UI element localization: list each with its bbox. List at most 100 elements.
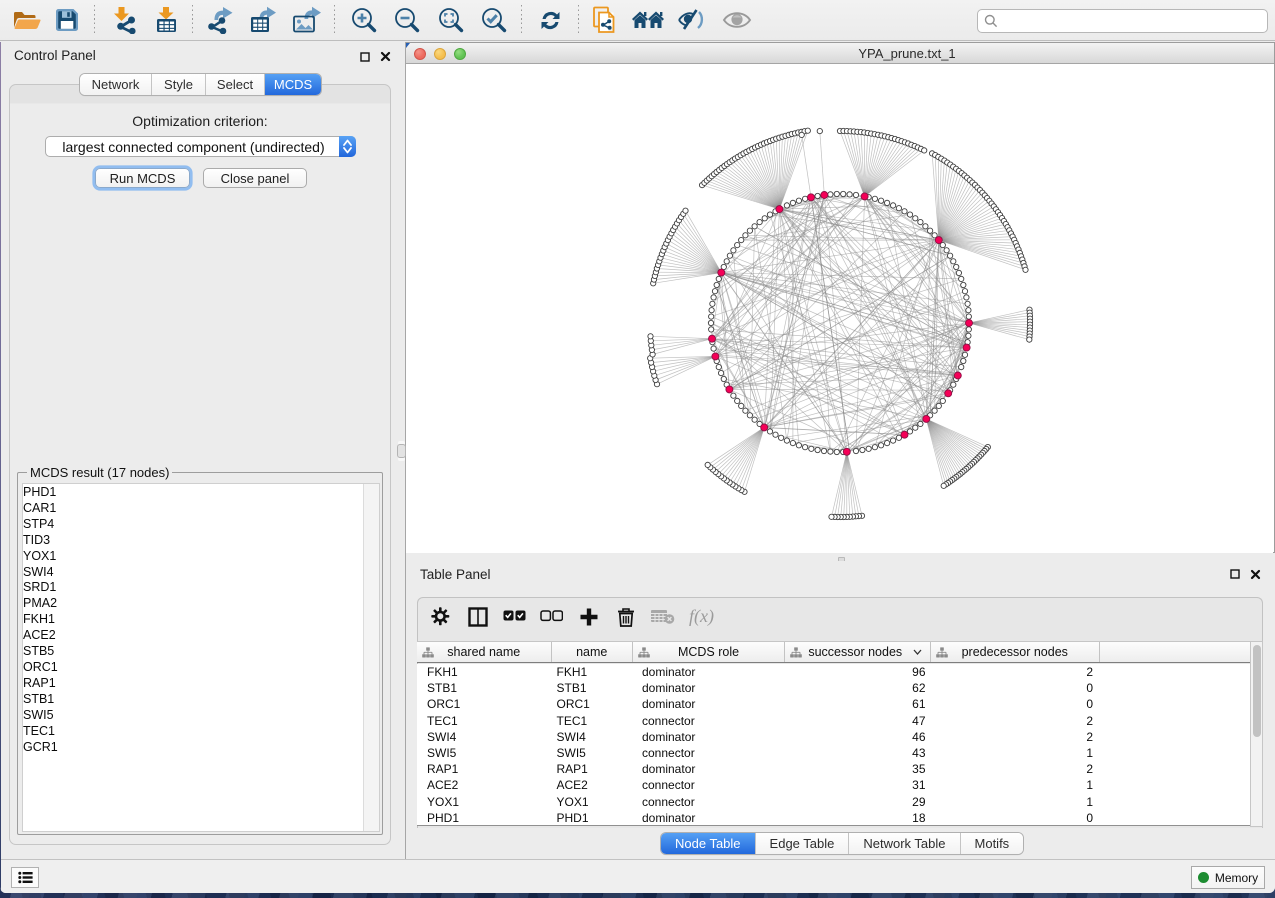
mcds-result-item[interactable]: CAR1 [23, 501, 379, 517]
network-frame-titlebar[interactable]: YPA_prune.txt_1 [406, 43, 1274, 64]
cell-successor-nodes: 61 [785, 697, 931, 711]
column-header-MCDS-role[interactable]: MCDS role [633, 642, 785, 662]
table-row[interactable]: PHD1PHD1dominator180 [417, 810, 1250, 826]
apply-layout-button[interactable] [529, 3, 571, 37]
search-box[interactable] [977, 9, 1268, 33]
zoom-fit-button[interactable] [430, 3, 472, 37]
save-session-button[interactable] [46, 3, 88, 37]
mcds-result-item[interactable]: SRD1 [23, 580, 379, 596]
network-canvas[interactable] [406, 65, 1273, 553]
mcds-result-item[interactable]: STB1 [23, 692, 379, 708]
table-row[interactable]: ORC1ORC1dominator610 [417, 696, 1250, 712]
export-image-button[interactable] [285, 3, 327, 37]
table-scrollbar[interactable] [1250, 641, 1263, 827]
tab-network[interactable]: Network [80, 74, 152, 95]
toolbar-separator [521, 5, 522, 35]
mcds-result-item[interactable]: TID3 [23, 533, 379, 549]
column-header-label: successor nodes [808, 645, 902, 659]
mcds-result-item[interactable]: YOX1 [23, 549, 379, 565]
horizontal-split-divider[interactable] [406, 553, 1275, 561]
table-row[interactable]: TEC1TEC1connector472 [417, 713, 1250, 729]
column-header-shared-name[interactable]: shared name [417, 642, 552, 662]
mcds-result-item[interactable]: FKH1 [23, 612, 379, 628]
search-input[interactable] [998, 14, 1248, 28]
criterion-select[interactable]: largest connected component (undirected) [45, 136, 356, 157]
table-row[interactable]: STB1STB1dominator620 [417, 680, 1250, 696]
function-builder-button[interactable]: f(x) [689, 606, 714, 627]
delete-column-button[interactable] [607, 600, 644, 634]
table-row[interactable]: FKH1FKH1dominator962 [417, 664, 1250, 680]
tab-select[interactable]: Select [206, 74, 265, 95]
trash-icon [617, 607, 635, 627]
eye-slash-icon [677, 7, 707, 33]
close-panel-button[interactable]: Close panel [203, 168, 307, 188]
memory-button[interactable]: Memory [1191, 866, 1265, 889]
import-table-button[interactable] [145, 3, 187, 37]
close-panel-icon[interactable] [1250, 569, 1261, 580]
tab-mcds[interactable]: MCDS [265, 74, 321, 95]
column-header-predecessor-nodes[interactable]: predecessor nodes [931, 642, 1101, 662]
cell-mcds-role: connector [633, 778, 785, 792]
table-row[interactable]: ACE2ACE2connector311 [417, 777, 1250, 793]
show-all-networks-button[interactable] [627, 3, 669, 37]
tab-style[interactable]: Style [152, 74, 206, 95]
tab-edge-table[interactable]: Edge Table [756, 833, 850, 854]
export-network-button[interactable] [198, 3, 240, 37]
zoom-out-button[interactable] [386, 3, 428, 37]
divider-grip-icon[interactable] [397, 444, 406, 458]
cell-mcds-role: connector [633, 795, 785, 809]
cell-name: TEC1 [552, 714, 634, 728]
open-file-button[interactable] [6, 3, 48, 37]
network-from-selection-icon [591, 5, 619, 35]
hide-selected-button[interactable] [671, 3, 713, 37]
window-edge [0, 42, 1, 890]
column-type-icon [936, 647, 948, 658]
float-panel-icon[interactable] [360, 52, 370, 62]
network-list-mode-button[interactable] [11, 867, 39, 888]
tab-motifs[interactable]: Motifs [961, 833, 1024, 854]
mcds-result-item[interactable]: PMA2 [23, 596, 379, 612]
column-header-successor-nodes[interactable]: successor nodes [785, 642, 931, 662]
show-selected-button[interactable] [716, 3, 758, 37]
zoom-selected-button[interactable] [473, 3, 515, 37]
table-scrollbar-thumb[interactable] [1253, 645, 1261, 737]
delete-table-button[interactable] [644, 600, 681, 634]
mcds-result-item[interactable]: STB5 [23, 644, 379, 660]
mcds-result-list[interactable]: PHD1CAR1STP4TID3YOX1SWI4SRD1PMA2FKH1ACE2… [22, 483, 380, 832]
mcds-result-item[interactable]: SWI4 [23, 565, 379, 581]
run-mcds-button[interactable]: Run MCDS [95, 168, 190, 188]
mcds-result-scrollbar[interactable] [363, 484, 379, 831]
import-network-button[interactable] [103, 3, 145, 37]
tab-node-table[interactable]: Node Table [661, 833, 756, 854]
cell-mcds-role: dominator [633, 665, 785, 679]
close-panel-icon[interactable] [380, 51, 391, 62]
mcds-result-item[interactable]: RAP1 [23, 676, 379, 692]
tab-network-table[interactable]: Network Table [849, 833, 960, 854]
show-column-selector-button[interactable] [459, 600, 496, 634]
column-header-name[interactable]: name [552, 642, 634, 662]
memory-label: Memory [1215, 871, 1258, 885]
unselect-all-columns-button[interactable] [533, 600, 570, 634]
table-settings-button[interactable] [422, 600, 459, 634]
search-icon [984, 14, 998, 28]
mcds-result-item[interactable]: ACE2 [23, 628, 379, 644]
unchecked-boxes-icon [540, 610, 563, 623]
cell-shared-name: ACE2 [417, 778, 552, 792]
export-table-button[interactable] [241, 3, 283, 37]
select-all-columns-button[interactable] [496, 600, 533, 634]
mcds-result-item[interactable]: STP4 [23, 517, 379, 533]
mcds-result-item[interactable]: PHD1 [23, 485, 379, 501]
table-row[interactable]: RAP1RAP1dominator352 [417, 761, 1250, 777]
mcds-result-item[interactable]: GCR1 [23, 740, 379, 756]
create-column-button[interactable] [570, 600, 607, 634]
mcds-result-item[interactable]: TEC1 [23, 724, 379, 740]
mcds-result-item[interactable]: SWI5 [23, 708, 379, 724]
float-panel-icon[interactable] [1230, 569, 1240, 579]
table-row[interactable]: SWI4SWI4dominator462 [417, 729, 1250, 745]
zoom-in-button[interactable] [343, 3, 385, 37]
mcds-result-item[interactable]: ORC1 [23, 660, 379, 676]
new-network-from-selection-button[interactable] [584, 3, 626, 37]
table-row[interactable]: SWI5SWI5connector431 [417, 745, 1250, 761]
table-row[interactable]: YOX1YOX1connector291 [417, 794, 1250, 810]
cell-shared-name: SWI4 [417, 730, 552, 744]
